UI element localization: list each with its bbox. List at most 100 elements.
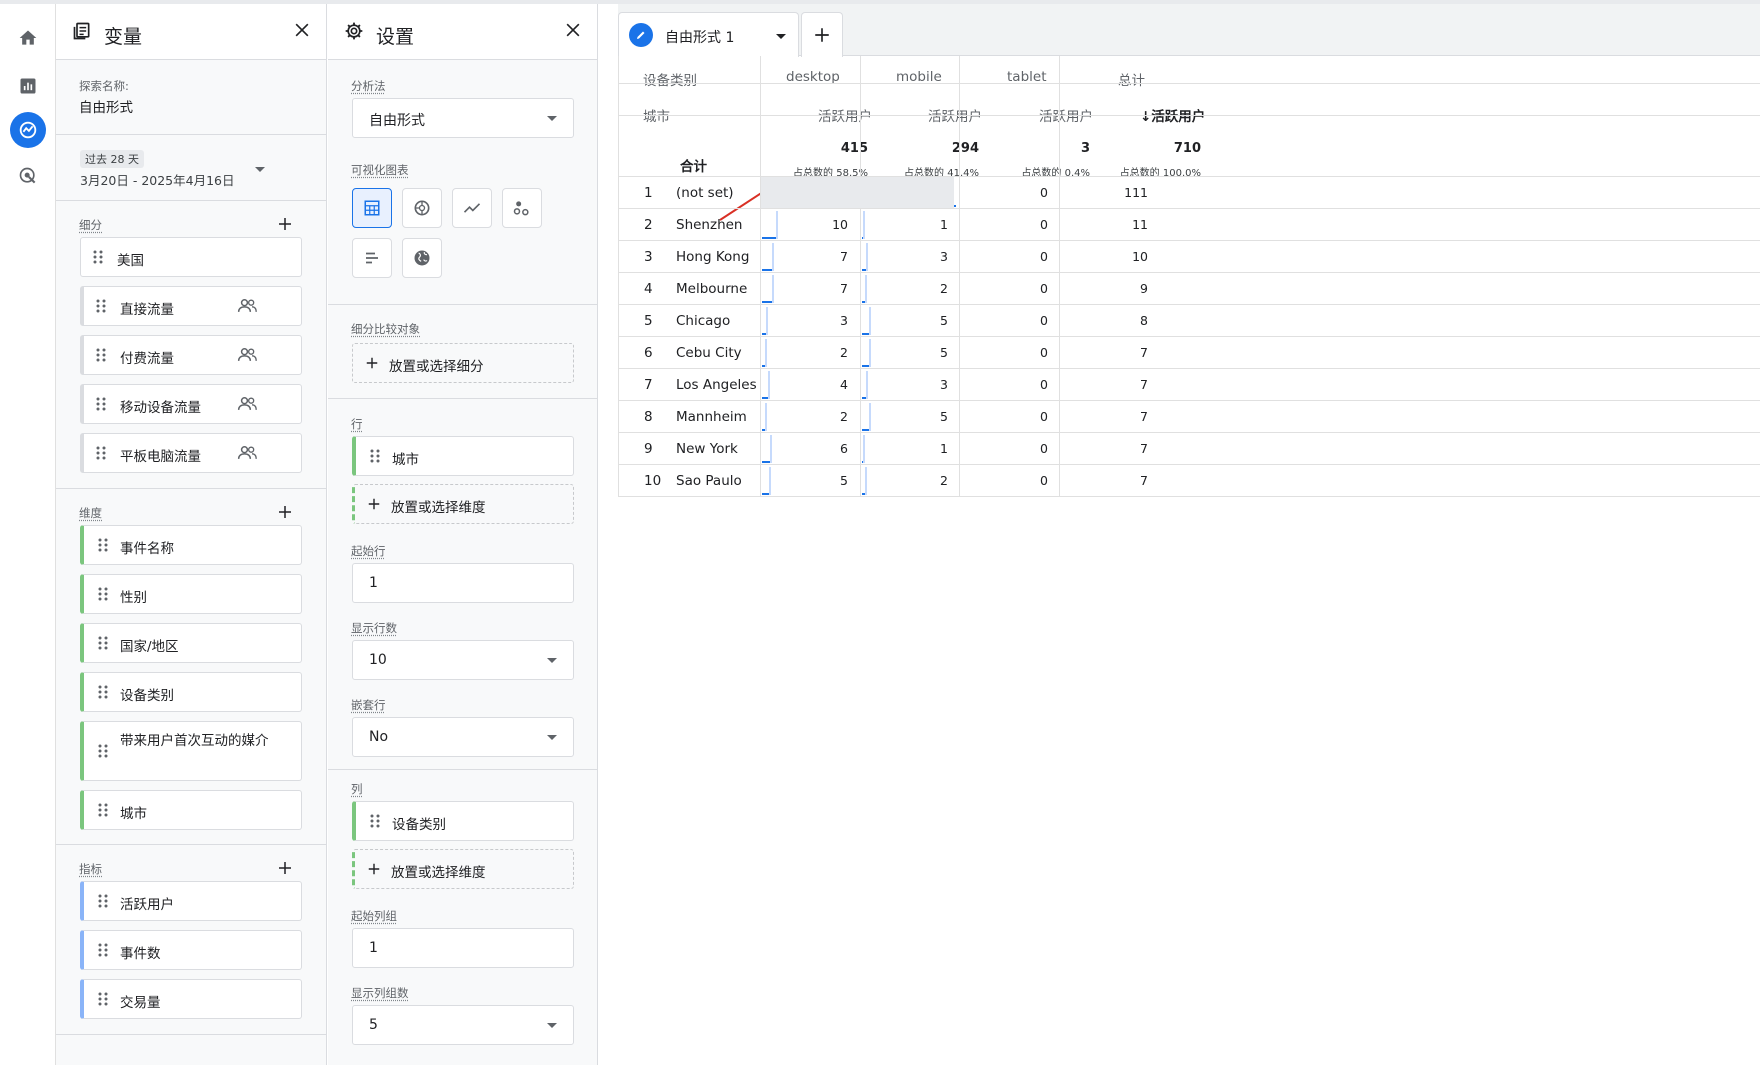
segment-chip[interactable]: 直接流量 xyxy=(80,286,302,326)
segment-label: 直接流量 xyxy=(120,302,174,318)
segment-chip[interactable]: 平板电脑流量 xyxy=(80,433,302,473)
dimension-chip[interactable]: 性别 xyxy=(80,574,302,614)
technique-select[interactable]: 自由形式 xyxy=(352,98,574,138)
row-dimension-chip[interactable]: 城市 xyxy=(352,436,574,476)
desktop-value: 4 xyxy=(840,377,848,392)
table-row[interactable]: 3 Hong Kong 7 3 0 10 xyxy=(618,240,1760,272)
segment-chip[interactable]: 美国 xyxy=(80,237,302,277)
drag-handle-icon[interactable] xyxy=(96,446,106,460)
grid-line xyxy=(618,83,1760,84)
mobile-bar-fill xyxy=(866,243,869,271)
col-header-total[interactable]: 总计 xyxy=(1118,69,1145,89)
desktop-value: 2 xyxy=(840,345,848,360)
drag-handle-icon[interactable] xyxy=(96,348,106,362)
table-row[interactable]: 4 Melbourne 7 2 0 9 xyxy=(618,272,1760,304)
show-rows-select[interactable]: 10 xyxy=(352,640,574,680)
table-viz-button[interactable] xyxy=(352,188,392,228)
table-row[interactable]: 6 Cebu City 2 5 0 7 xyxy=(618,336,1760,368)
grid-line xyxy=(760,56,761,496)
mobile-value: 5 xyxy=(940,313,948,328)
add-tab-button[interactable] xyxy=(801,12,843,57)
home-icon[interactable] xyxy=(10,20,46,56)
totals-label: 合计 xyxy=(680,159,707,175)
segment-chip[interactable]: 付费流量 xyxy=(80,335,302,375)
exploration-name[interactable]: 自由形式 xyxy=(79,96,133,116)
drag-handle-icon[interactable] xyxy=(98,538,108,552)
close-icon[interactable] xyxy=(563,20,583,44)
add-segment-icon[interactable] xyxy=(276,215,294,233)
drag-handle-icon[interactable] xyxy=(96,397,106,411)
drag-handle-icon[interactable] xyxy=(98,744,108,758)
drag-handle-icon[interactable] xyxy=(98,587,108,601)
row-index: 5 xyxy=(644,313,653,329)
dimension-label: 城市 xyxy=(120,806,147,822)
column-dimension-chip[interactable]: 设备类别 xyxy=(352,801,574,841)
mobile-value: 5 xyxy=(940,345,948,360)
users-icon xyxy=(237,446,257,459)
close-icon[interactable] xyxy=(292,20,312,44)
metric-chip[interactable]: 事件数 xyxy=(80,930,302,970)
table-row[interactable]: 7 Los Angeles 4 3 0 7 xyxy=(618,368,1760,400)
add-dimension-icon[interactable] xyxy=(276,503,294,521)
drag-handle-icon[interactable] xyxy=(98,685,108,699)
dimension-chip[interactable]: 事件名称 xyxy=(80,525,302,565)
nested-rows-select[interactable]: No xyxy=(352,717,574,757)
drag-handle-icon[interactable] xyxy=(370,449,380,463)
show-col-groups-select[interactable]: 5 xyxy=(352,1005,574,1045)
tab-freeform-1[interactable]: 自由形式 1 xyxy=(618,12,799,57)
donut-viz-button[interactable] xyxy=(402,188,442,228)
drag-handle-icon[interactable] xyxy=(98,943,108,957)
start-col-group-input[interactable]: 1 xyxy=(352,928,574,968)
settings-header: 设置 xyxy=(328,4,597,60)
line-viz-button[interactable] xyxy=(452,188,492,228)
advertising-icon[interactable] xyxy=(10,158,46,194)
segment-drop-zone[interactable]: 放置或选择细分 xyxy=(352,343,574,383)
scatter-viz-button[interactable] xyxy=(502,188,542,228)
table-row[interactable]: 10 Sao Paulo 5 2 0 7 xyxy=(618,464,1760,496)
tablet-value: 0 xyxy=(1040,441,1048,456)
metric-chip[interactable]: 活跃用户 xyxy=(80,881,302,921)
row-index: 3 xyxy=(644,249,653,265)
dimension-chip[interactable]: 城市 xyxy=(80,790,302,830)
drag-handle-icon[interactable] xyxy=(98,992,108,1006)
chevron-down-icon[interactable] xyxy=(776,34,786,39)
settings-title: 设置 xyxy=(376,26,415,48)
drag-handle-icon[interactable] xyxy=(98,803,108,817)
start-row-input[interactable]: 1 xyxy=(352,563,574,603)
variables-panel: 变量 探索名称: 自由形式 过去 28 天 3月20日 - 2025年4月16日… xyxy=(56,4,327,1065)
add-metric-icon[interactable] xyxy=(276,859,294,877)
metric-chip[interactable]: 交易量 xyxy=(80,979,302,1019)
metrics-label: 指标 xyxy=(79,862,102,876)
rows-drop-zone[interactable]: 放置或选择维度 xyxy=(352,484,574,524)
grid-line xyxy=(618,240,1760,241)
desktop-value: 7 xyxy=(840,281,848,296)
bar-viz-button[interactable] xyxy=(352,238,392,278)
dimension-label: 设备类别 xyxy=(120,688,174,704)
date-dropdown-icon[interactable] xyxy=(255,167,265,172)
grid-line xyxy=(618,56,619,496)
columns-drop-zone[interactable]: 放置或选择维度 xyxy=(352,849,574,889)
drag-handle-icon[interactable] xyxy=(96,299,106,313)
row-index: 1 xyxy=(644,185,653,201)
explore-icon[interactable] xyxy=(10,112,46,148)
bar-chart-icon xyxy=(366,252,378,264)
start-col-group-value: 1 xyxy=(369,940,378,956)
dimension-chip[interactable]: 带来用户首次互动的媒介 xyxy=(80,721,302,781)
drag-handle-icon[interactable] xyxy=(370,814,380,828)
table-row[interactable]: 5 Chicago 3 5 0 8 xyxy=(618,304,1760,336)
dimension-chip[interactable]: 设备类别 xyxy=(80,672,302,712)
show-col-groups-value: 5 xyxy=(369,1017,378,1033)
drag-handle-icon[interactable] xyxy=(98,894,108,908)
total-value: 111 xyxy=(1124,185,1148,200)
table-row[interactable]: 8 Mannheim 2 5 0 7 xyxy=(618,400,1760,432)
drag-handle-icon[interactable] xyxy=(93,250,103,264)
geo-viz-button[interactable] xyxy=(402,238,442,278)
table-row[interactable]: 9 New York 6 1 0 7 xyxy=(618,432,1760,464)
row-index: 9 xyxy=(644,441,653,457)
dimension-chip[interactable]: 国家/地区 xyxy=(80,623,302,663)
segment-chip[interactable]: 移动设备流量 xyxy=(80,384,302,424)
date-range[interactable]: 3月20日 - 2025年4月16日 xyxy=(80,170,235,189)
reports-icon[interactable] xyxy=(10,68,46,104)
total-value: 7 xyxy=(1140,409,1148,424)
drag-handle-icon[interactable] xyxy=(98,636,108,650)
